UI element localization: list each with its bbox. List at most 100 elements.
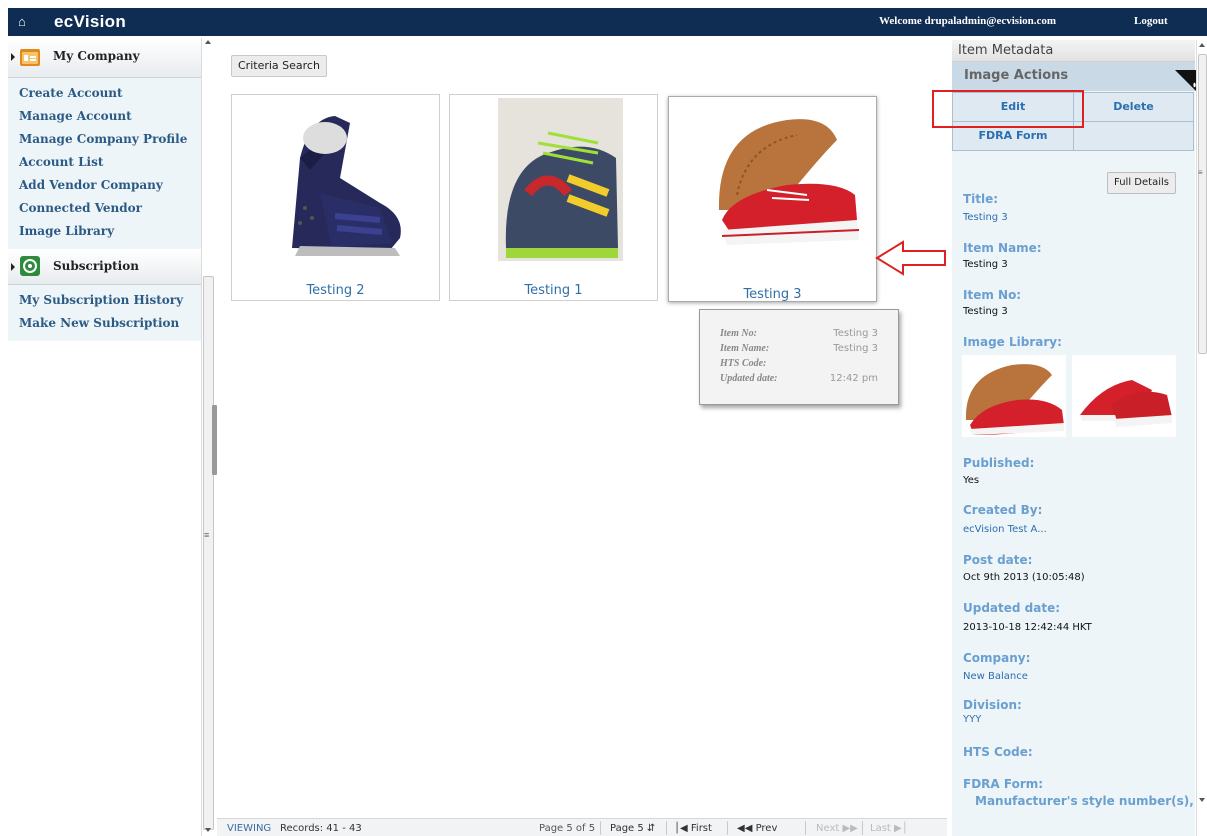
tooltip-value: 12:42 pm bbox=[829, 373, 878, 384]
last-page-button[interactable]: Last ▶│ bbox=[870, 823, 908, 834]
image-card[interactable]: Testing 1 bbox=[449, 94, 658, 301]
published-value: Yes bbox=[963, 475, 980, 486]
left-sidebar: My Company Create Account Manage Account… bbox=[8, 38, 214, 836]
expand-arrow-icon[interactable] bbox=[11, 263, 15, 271]
grip-icon[interactable]: ≡ bbox=[204, 530, 209, 540]
division-value[interactable]: YYY bbox=[963, 714, 981, 725]
scroll-down-icon[interactable] bbox=[1199, 798, 1205, 802]
expand-arrow-icon[interactable] bbox=[11, 53, 15, 61]
item-name-value: Testing 3 bbox=[963, 259, 1008, 270]
my-company-menu: Create Account Manage Account Manage Com… bbox=[8, 78, 213, 249]
tooltip-value: Testing 3 bbox=[833, 328, 878, 339]
image-actions-title: Image Actions bbox=[952, 62, 1195, 91]
scroll-down-icon[interactable] bbox=[205, 828, 211, 832]
title-value[interactable]: Testing 3 bbox=[963, 212, 1008, 223]
image-library-label: Image Library: bbox=[963, 335, 1062, 349]
tooltip-label: Item Name: bbox=[720, 343, 770, 354]
divider bbox=[666, 821, 667, 835]
home-icon[interactable]: ⌂ bbox=[18, 14, 34, 30]
scrollbar-thumb[interactable] bbox=[1198, 54, 1207, 354]
divider bbox=[600, 821, 601, 835]
sidebar-section-my-company[interactable]: My Company bbox=[8, 38, 213, 78]
right-panel-scrollbar[interactable] bbox=[1196, 40, 1207, 836]
grip-icon[interactable]: ≡ bbox=[1198, 168, 1203, 177]
prev-label: Prev bbox=[755, 823, 778, 834]
subscription-icon bbox=[19, 255, 41, 277]
records-count: Records: 41 - 43 bbox=[280, 823, 362, 834]
top-bar: ⌂ ecVision Welcome drupaladmin@ecvision.… bbox=[8, 8, 1207, 36]
subscription-menu: My Subscription History Make New Subscri… bbox=[8, 285, 213, 341]
sidebar-item-new-subscription[interactable]: Make New Subscription bbox=[8, 312, 213, 335]
divider bbox=[805, 821, 806, 835]
post-date-value: Oct 9th 2013 (10:05:48) bbox=[963, 572, 1085, 583]
sidebar-item-image-library[interactable]: Image Library bbox=[8, 220, 213, 243]
tooltip-label: HTS Code: bbox=[720, 358, 767, 369]
sidebar-item-add-vendor-company[interactable]: Add Vendor Company bbox=[8, 174, 213, 197]
image-card[interactable]: Testing 2 bbox=[231, 94, 440, 301]
delete-button[interactable]: Delete bbox=[1073, 92, 1194, 122]
welcome-text: Welcome drupaladmin@ecvision.com bbox=[879, 15, 1057, 27]
tooltip-label: Item No: bbox=[720, 328, 757, 339]
item-metadata-panel: Item Metadata Image Actions bbox=[952, 40, 1207, 836]
published-label: Published: bbox=[963, 456, 1035, 470]
sidebar-item-create-account[interactable]: Create Account bbox=[8, 82, 213, 105]
scroll-up-icon[interactable] bbox=[205, 40, 211, 44]
item-no-value: Testing 3 bbox=[963, 306, 1008, 317]
image-card-selected[interactable]: Testing 3 bbox=[668, 96, 877, 302]
library-thumbnail[interactable] bbox=[962, 355, 1066, 437]
page-select-value: Page 5 bbox=[610, 823, 644, 834]
card-title[interactable]: Testing 3 bbox=[669, 287, 876, 302]
edit-highlight-box bbox=[932, 90, 1084, 128]
scroll-up-icon[interactable] bbox=[1199, 43, 1205, 47]
app-logo[interactable]: ecVision bbox=[54, 12, 126, 32]
logout-link[interactable]: Logout bbox=[1134, 15, 1168, 27]
updated-date-value: 2013-10-18 12:42:44 HKT bbox=[963, 622, 1092, 633]
page-of-label: Page 5 of 5 bbox=[539, 823, 596, 834]
section-title: My Company bbox=[53, 49, 140, 63]
annotation-arrow-icon bbox=[875, 240, 946, 276]
card-title[interactable]: Testing 2 bbox=[232, 283, 439, 298]
hts-code-label: HTS Code: bbox=[963, 745, 1033, 759]
shoe-image bbox=[498, 98, 623, 261]
company-value[interactable]: New Balance bbox=[963, 671, 1028, 682]
next-page-button[interactable]: Next ▶▶ bbox=[816, 823, 858, 834]
panel-header: Item Metadata bbox=[952, 40, 1195, 62]
section-title: Subscription bbox=[53, 259, 139, 273]
created-by-label: Created By: bbox=[963, 503, 1043, 517]
shoe-image bbox=[718, 119, 860, 245]
company-label: Company: bbox=[963, 651, 1031, 665]
company-icon bbox=[19, 46, 41, 68]
tooltip-value: Testing 3 bbox=[833, 343, 878, 354]
library-thumbnail[interactable] bbox=[1072, 355, 1176, 437]
updated-date-label: Updated date: bbox=[963, 601, 1061, 615]
viewing-label: VIEWING bbox=[227, 823, 272, 834]
next-label: Next bbox=[816, 823, 840, 834]
shoe-image bbox=[292, 116, 401, 256]
tooltip-label: Updated date: bbox=[720, 373, 778, 384]
pager-bar: VIEWING Records: 41 - 43 Page 5 of 5 Pag… bbox=[217, 818, 947, 836]
sidebar-item-account-list[interactable]: Account List bbox=[8, 151, 213, 174]
sidebar-item-manage-company-profile[interactable]: Manage Company Profile bbox=[8, 128, 213, 151]
post-date-label: Post date: bbox=[963, 553, 1033, 567]
divider bbox=[862, 821, 863, 835]
first-label: First bbox=[690, 823, 712, 834]
item-name-label: Item Name: bbox=[963, 241, 1042, 255]
first-page-button[interactable]: │◀ First bbox=[674, 823, 712, 834]
sidebar-item-subscription-history[interactable]: My Subscription History bbox=[8, 289, 213, 312]
sidebar-item-connected-vendor[interactable]: Connected Vendor bbox=[8, 197, 213, 220]
scrollbar-thumb[interactable] bbox=[203, 276, 214, 830]
image-grid-area: Criteria Search Testing 2 Testing 1 Test… bbox=[217, 38, 947, 836]
full-details-button[interactable]: Full Details bbox=[1107, 172, 1176, 194]
divider bbox=[727, 821, 728, 835]
created-by-value[interactable]: ecVision Test A... bbox=[963, 524, 1047, 535]
fdra-form-label: FDRA Form: bbox=[963, 777, 1044, 791]
item-tooltip: Item No: Testing 3 Item Name: Testing 3 … bbox=[699, 309, 899, 405]
card-title[interactable]: Testing 1 bbox=[450, 283, 657, 298]
prev-page-button[interactable]: ◀◀ Prev bbox=[737, 823, 777, 834]
sidebar-section-subscription[interactable]: Subscription bbox=[8, 249, 213, 285]
page-select[interactable]: Page 5 ⇵ bbox=[610, 823, 655, 834]
sidebar-item-manage-account[interactable]: Manage Account bbox=[8, 105, 213, 128]
manufacturer-style-label: Manufacturer's style number(s), bbox=[975, 794, 1194, 808]
criteria-search-button[interactable]: Criteria Search bbox=[231, 55, 327, 77]
title-label: Title: bbox=[963, 192, 999, 206]
